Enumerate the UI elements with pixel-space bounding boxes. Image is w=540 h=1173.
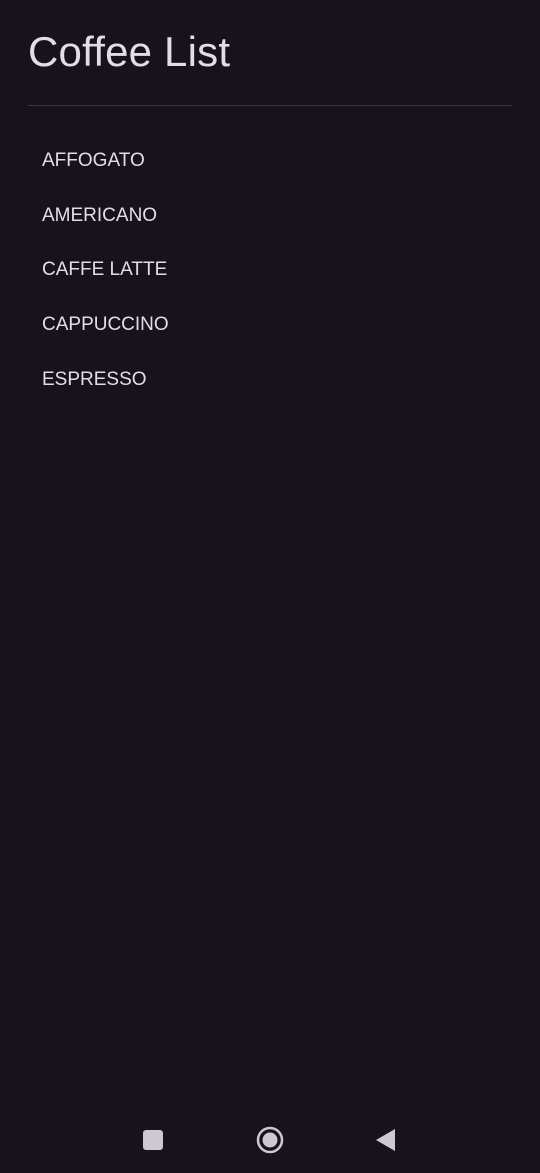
list-item[interactable]: AMERICANO: [28, 189, 512, 244]
coffee-list: AFFOGATO AMERICANO CAFFE LATTE CAPPUCCIN…: [28, 134, 512, 407]
list-item[interactable]: CAFFE LATTE: [28, 243, 512, 298]
title-divider: [28, 105, 512, 106]
square-icon: [143, 1130, 163, 1150]
app-screen: Coffee List AFFOGATO AMERICANO CAFFE LAT…: [0, 0, 540, 1173]
home-button[interactable]: [252, 1122, 288, 1158]
system-navigation-bar: [0, 1108, 540, 1173]
page-title: Coffee List: [28, 28, 231, 75]
circle-icon: [256, 1126, 284, 1154]
list-item[interactable]: ESPRESSO: [28, 352, 512, 407]
recents-button[interactable]: [135, 1122, 171, 1158]
back-button[interactable]: [368, 1122, 404, 1158]
list-item[interactable]: AFFOGATO: [28, 134, 512, 189]
triangle-back-icon: [376, 1129, 395, 1151]
list-item[interactable]: CAPPUCCINO: [28, 298, 512, 353]
